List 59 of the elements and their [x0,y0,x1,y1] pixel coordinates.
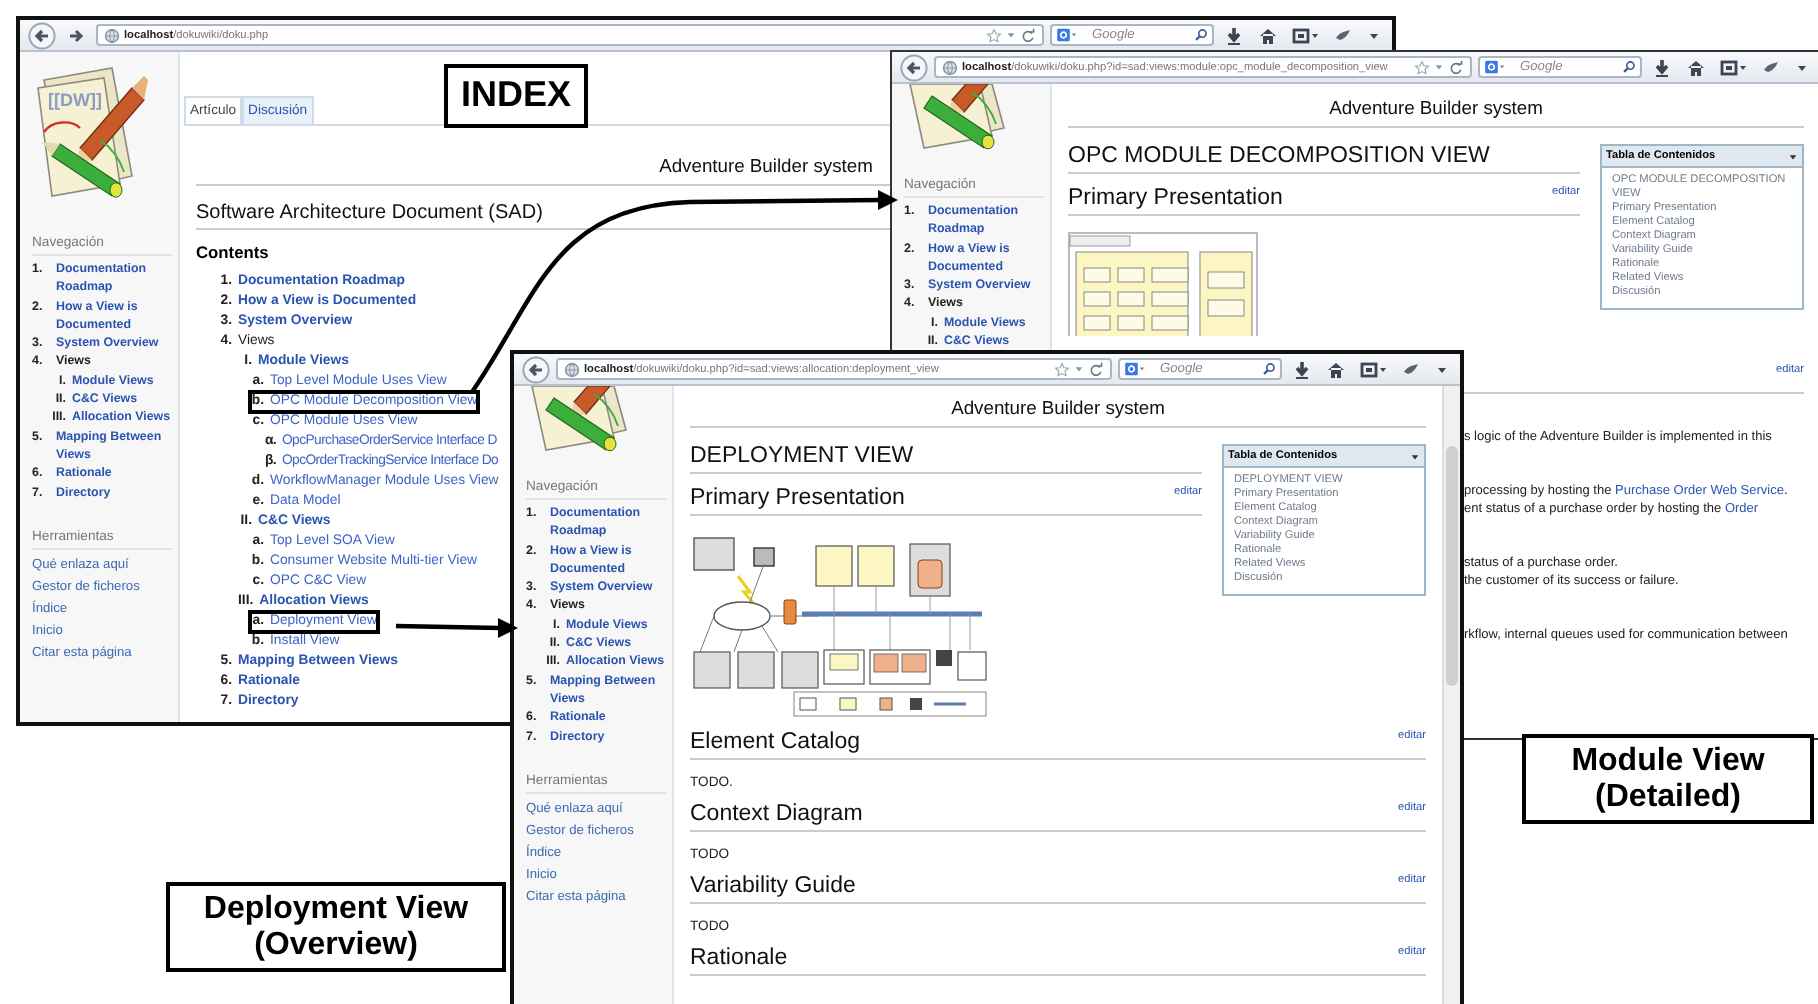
home-icon[interactable] [1258,25,1278,45]
forward-icon[interactable] [66,25,86,45]
wiki-logo-drawing[interactable] [37,67,148,198]
back-icon[interactable] [900,53,928,81]
search-icon[interactable] [1194,28,1208,42]
site-title: Adventure Builder system [690,386,1426,428]
site-title: Adventure Builder system [1068,84,1804,128]
back-icon[interactable] [28,21,56,49]
globe-icon [564,361,580,377]
contents-heading: Contents [196,242,269,262]
search-engine-icon[interactable] [1484,60,1506,74]
scrollbar[interactable] [1442,386,1460,1004]
bookmarks-icon[interactable] [1720,57,1748,77]
section-heading: Rationale [690,946,790,974]
reload-icon[interactable] [1088,361,1104,377]
extension-icon[interactable] [1762,57,1782,77]
reload-icon[interactable] [1020,27,1036,43]
star-icon[interactable] [1414,59,1430,75]
caret-icon[interactable] [1796,61,1808,73]
download-icon[interactable] [1652,57,1672,77]
globe-icon [942,59,958,75]
wiki-logo-drawing[interactable] [531,386,627,452]
search-icon[interactable] [1622,60,1636,74]
scrollbar-thumb[interactable] [1446,446,1458,686]
caret-icon[interactable] [1436,363,1448,375]
dropdown-icon[interactable] [1074,364,1084,374]
star-icon[interactable] [986,27,1002,43]
section-heading: Primary Presentation [690,486,907,514]
bookmarks-icon[interactable] [1360,359,1388,379]
callout-label: INDEX [444,64,588,128]
home-icon[interactable] [1686,57,1706,77]
wiki-logo-drawing[interactable] [909,84,1005,150]
download-icon[interactable] [1292,359,1312,379]
bookmarks-icon[interactable] [1292,25,1320,45]
reload-icon[interactable] [1448,59,1464,75]
section-heading: Context Diagram [690,802,865,830]
section-heading: Element Catalog [690,730,863,758]
callout-label: Module View (Detailed) [1522,734,1814,825]
logo-text: [[DW]] [48,90,102,110]
page-title: DEPLOYMENT VIEW [690,444,1202,474]
caret-icon[interactable] [1410,451,1420,461]
caret-icon[interactable] [1788,151,1798,161]
dropdown-icon[interactable] [1434,62,1444,72]
star-icon[interactable] [1054,361,1070,377]
back-icon[interactable] [522,355,550,383]
caret-icon[interactable] [1368,29,1380,41]
section-heading: Variability Guide [690,874,858,902]
search-engine-icon[interactable] [1124,362,1146,376]
search-engine-icon[interactable] [1056,28,1078,42]
globe-icon [104,27,120,43]
extension-icon[interactable] [1334,25,1354,45]
download-icon[interactable] [1224,25,1244,45]
page-title: OPC MODULE DECOMPOSITION VIEW [1068,144,1580,174]
home-icon[interactable] [1326,359,1346,379]
callout-label: Deployment View (Overview) [166,882,506,973]
search-icon[interactable] [1262,362,1276,376]
extension-icon[interactable] [1402,359,1422,379]
dropdown-icon[interactable] [1006,30,1016,40]
arrow [395,618,518,638]
